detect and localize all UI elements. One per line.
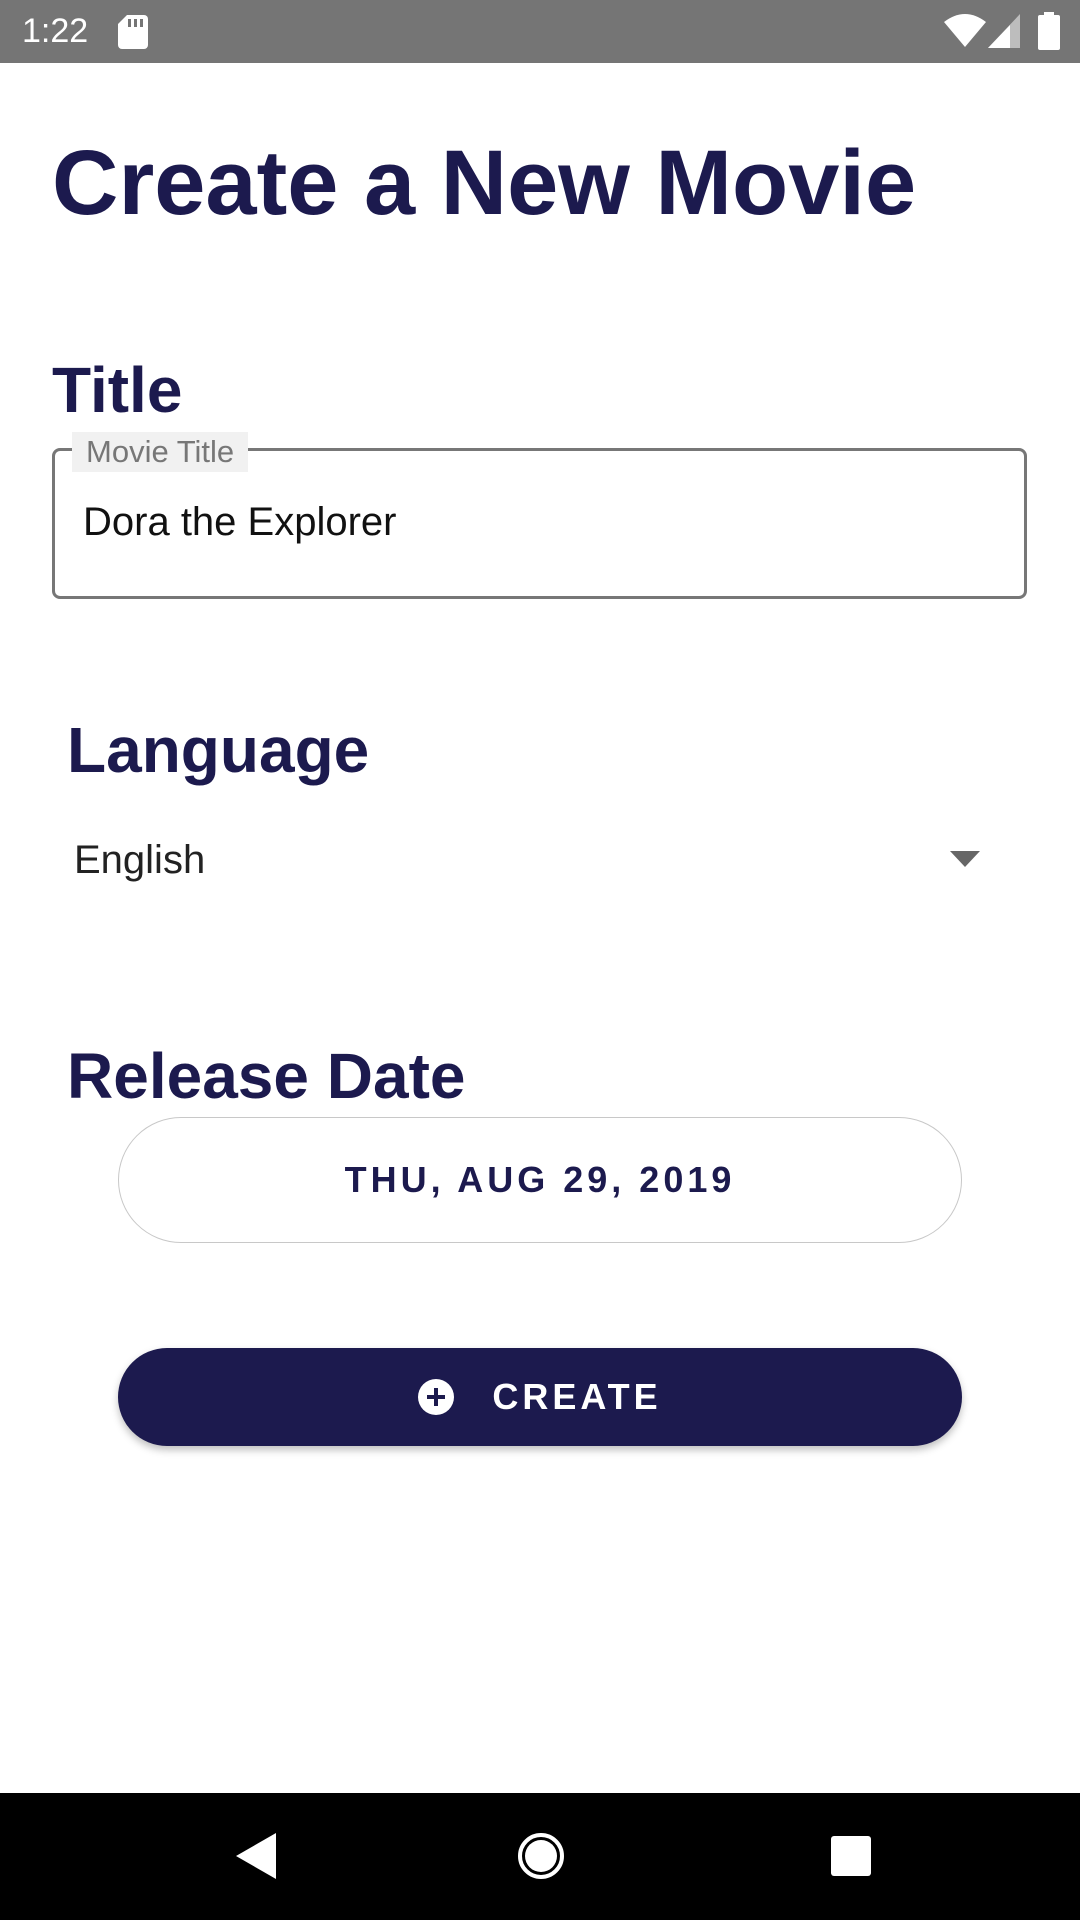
title-section-label: Title — [52, 354, 183, 426]
recents-icon[interactable] — [831, 1836, 871, 1876]
movie-title-field-label: Movie Title — [72, 432, 249, 472]
chevron-down-icon[interactable] — [950, 851, 980, 867]
cell-signal-icon — [988, 14, 1020, 48]
status-bar: 1:22 — [0, 0, 1080, 63]
language-section-label: Language — [67, 714, 370, 786]
movie-title-input-value[interactable]: Dora the Explorer — [83, 496, 396, 548]
create-button[interactable]: CREATE — [118, 1348, 962, 1446]
release-date-button[interactable]: THU, AUG 29, 2019 — [118, 1117, 962, 1243]
battery-icon — [1038, 12, 1060, 50]
create-button-label: CREATE — [492, 1376, 662, 1417]
wifi-icon — [944, 14, 986, 47]
language-select[interactable]: English — [60, 820, 1000, 900]
add-circle-icon — [418, 1379, 455, 1415]
release-date-value: THU, AUG 29, 2019 — [344, 1159, 736, 1200]
navigation-bar — [0, 1793, 1080, 1920]
home-icon[interactable] — [517, 1832, 565, 1880]
sd-card-icon — [118, 15, 148, 49]
status-time: 1:22 — [22, 12, 89, 50]
language-selected-value: English — [74, 838, 206, 882]
back-icon[interactable] — [236, 1833, 276, 1879]
page-title: Create a New Movie — [52, 132, 917, 234]
release-date-section-label: Release Date — [67, 1040, 466, 1112]
